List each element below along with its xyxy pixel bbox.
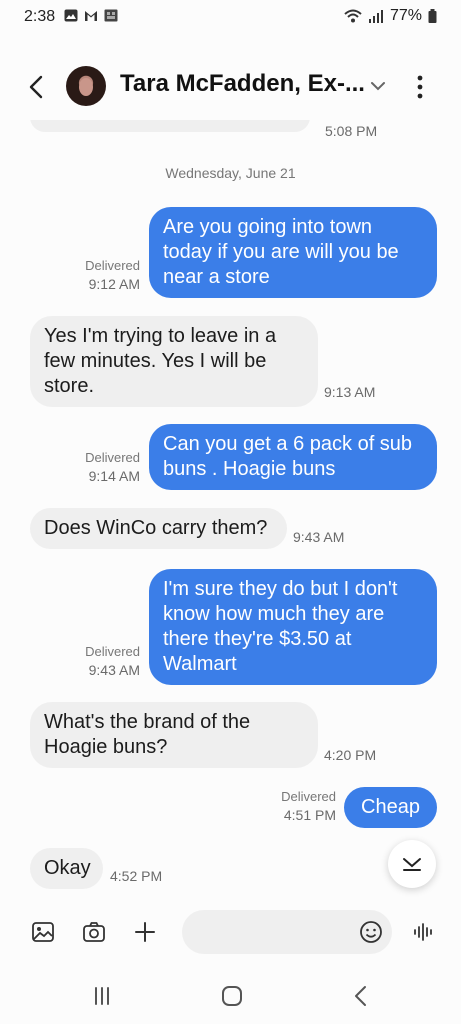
incoming-message-bubble[interactable]: Okay: [30, 848, 103, 889]
camera-icon[interactable]: [82, 920, 106, 944]
message-time: 9:14 AM: [88, 468, 140, 484]
chevron-down-icon[interactable]: [370, 80, 386, 92]
message-list[interactable]: 5:08 PM Wednesday, June 21 Delivered 9:1…: [0, 120, 461, 910]
app-icon: [104, 9, 118, 22]
outgoing-message-bubble[interactable]: I'm sure they do but I don't know how mu…: [149, 569, 437, 685]
delivered-status: Delivered: [85, 450, 140, 465]
message-line: Does WinCo carry them?: [44, 517, 268, 539]
plus-icon[interactable]: [133, 920, 157, 944]
delivered-status: Delivered: [281, 789, 336, 804]
contact-name[interactable]: Tara McFadden, Ex-...: [120, 70, 365, 98]
message-line: Hoagie buns?: [44, 736, 168, 758]
outgoing-message-bubble[interactable]: Cheap: [344, 787, 437, 828]
message-line: today if you are will you be: [163, 241, 399, 263]
home-icon[interactable]: [220, 984, 244, 1008]
message-time: 5:08 PM: [325, 123, 378, 139]
message-line: Walmart: [163, 653, 237, 675]
message-line: Cheap: [361, 796, 420, 818]
outgoing-message-bubble[interactable]: Are you going into town today if you are…: [149, 207, 437, 298]
gallery-icon: [64, 9, 78, 22]
chevron-down-icon: [403, 858, 421, 871]
gmail-icon: [85, 11, 97, 21]
date-separator: Wednesday, June 21: [165, 165, 296, 181]
conversation-header: Tara McFadden, Ex-...: [0, 56, 461, 120]
message-line: What's the brand of the: [44, 711, 251, 733]
battery-icon: [428, 9, 437, 23]
signal-icon: [368, 10, 383, 23]
battery-percent: 77%: [389, 7, 422, 24]
avatar[interactable]: [66, 66, 106, 106]
message-line: I'm sure they do but I don't: [163, 578, 398, 600]
message-time: 9:12 AM: [88, 276, 140, 292]
message-time: 9:43 AM: [293, 529, 345, 545]
message-meta: Delivered 4:51 PM: [256, 787, 336, 825]
message-time: 4:20 PM: [324, 747, 377, 763]
outgoing-message-bubble[interactable]: Can you get a 6 pack of sub buns . Hoagi…: [149, 424, 437, 490]
compose-bar: [0, 906, 461, 958]
message-meta: Delivered 9:12 AM: [60, 256, 140, 294]
message-time: 9:13 AM: [324, 384, 376, 400]
message-time: 4:52 PM: [110, 868, 163, 884]
delivered-status: Delivered: [85, 644, 140, 659]
incoming-message-bubble[interactable]: Yes I'm trying to leave in a few minutes…: [30, 316, 318, 407]
status-bar: 2:38 77%: [0, 0, 461, 34]
back-arrow-icon[interactable]: [22, 72, 52, 102]
message-line: know how much they are: [163, 603, 385, 625]
scroll-to-bottom-button[interactable]: [388, 840, 436, 888]
message-time: 4:51 PM: [283, 807, 336, 823]
gallery-icon[interactable]: [31, 920, 55, 944]
message-line: Are you going into town: [163, 216, 373, 238]
message-line: there they're $3.50 at: [163, 628, 352, 650]
message-line: buns . Hoagie buns: [163, 458, 336, 480]
message-line: Okay: [44, 857, 91, 879]
recents-icon[interactable]: [90, 984, 114, 1008]
navigation-bar: [0, 968, 461, 1024]
incoming-message-bubble[interactable]: Does WinCo carry them?: [30, 508, 287, 549]
back-icon[interactable]: [349, 984, 373, 1008]
delivered-status: Delivered: [85, 258, 140, 273]
message-meta: Delivered 9:14 AM: [60, 448, 140, 486]
message-line: near a store: [163, 266, 270, 288]
message-line: few minutes. Yes I will be: [44, 350, 267, 372]
wifi-icon: [344, 9, 362, 23]
message-line: store.: [44, 375, 95, 397]
voice-icon[interactable]: [412, 920, 436, 944]
message-line: Yes I'm trying to leave in a: [44, 325, 277, 347]
partial-incoming-bubble[interactable]: [30, 120, 310, 132]
status-time: 2:38: [24, 8, 56, 25]
message-line: Can you get a 6 pack of sub: [163, 433, 413, 455]
emoji-icon[interactable]: [359, 920, 383, 944]
message-time: 9:43 AM: [88, 662, 140, 678]
incoming-message-bubble[interactable]: What's the brand of the Hoagie buns?: [30, 702, 318, 768]
message-meta: Delivered 9:43 AM: [60, 642, 140, 680]
more-options-icon[interactable]: [408, 74, 432, 100]
